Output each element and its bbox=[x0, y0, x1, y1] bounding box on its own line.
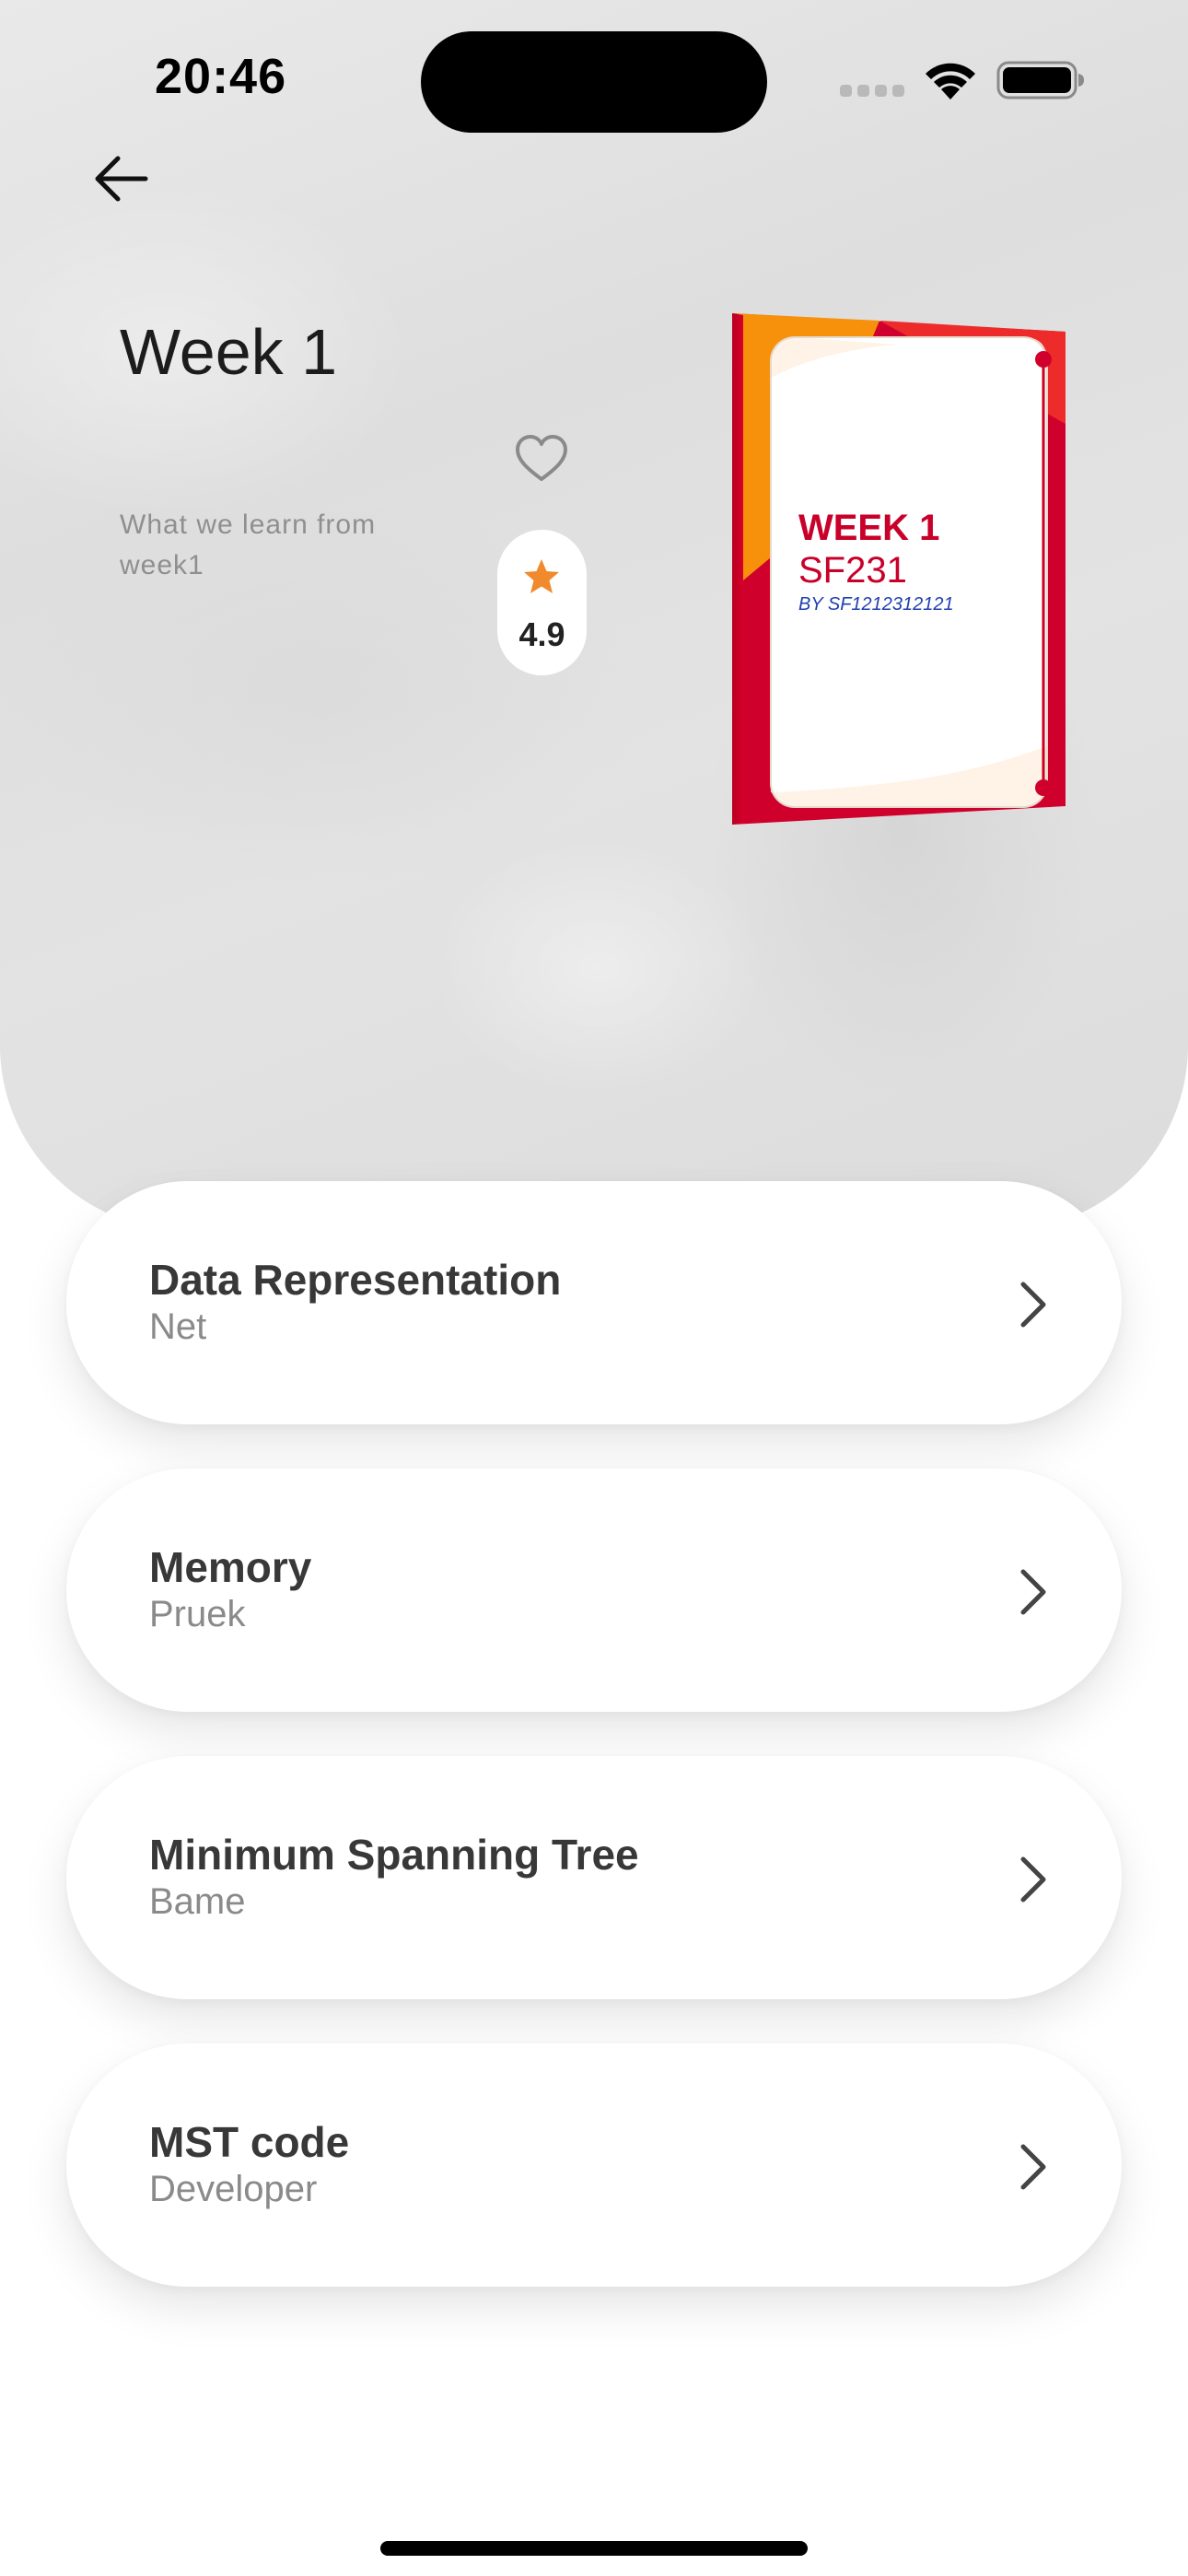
page-title: Week 1 bbox=[120, 316, 338, 388]
home-indicator[interactable] bbox=[380, 2541, 808, 2556]
cover-heading: WEEK 1 bbox=[798, 508, 939, 548]
lesson-card[interactable]: MST code Developer bbox=[66, 2043, 1122, 2287]
lesson-title: MST code bbox=[149, 2118, 350, 2166]
chevron-right-icon bbox=[1020, 1856, 1046, 1903]
lesson-author: Bame bbox=[149, 1881, 246, 1922]
cover-author: BY SF1212312121 bbox=[798, 594, 954, 615]
lesson-title: Data Representation bbox=[149, 1256, 562, 1304]
battery-icon bbox=[996, 61, 1084, 100]
rating-value: 4.9 bbox=[518, 615, 565, 653]
chevron-right-icon bbox=[1020, 1282, 1046, 1328]
lesson-author: Net bbox=[149, 1306, 207, 1347]
book-cover-image: WEEK 1 SF231 BY SF1212312121 bbox=[732, 313, 1066, 825]
star-icon bbox=[524, 559, 559, 593]
lesson-card[interactable]: Minimum Spanning Tree Bame bbox=[66, 1756, 1122, 1999]
cover-course: SF231 bbox=[798, 550, 907, 591]
lesson-title: Memory bbox=[149, 1543, 312, 1591]
chevron-right-icon bbox=[1020, 1569, 1046, 1615]
dynamic-island bbox=[421, 31, 767, 133]
lesson-author: Developer bbox=[149, 2169, 318, 2209]
page-description: What we learn from week1 bbox=[120, 509, 377, 580]
back-arrow-icon[interactable] bbox=[90, 147, 153, 210]
lesson-author: Pruek bbox=[149, 1594, 246, 1634]
wifi-icon bbox=[926, 63, 975, 100]
cellular-signal-icon bbox=[840, 85, 904, 98]
status-time: 20:46 bbox=[155, 49, 287, 104]
lesson-card[interactable]: Memory Pruek bbox=[66, 1469, 1122, 1712]
heart-outline-icon[interactable] bbox=[514, 433, 569, 485]
lesson-card[interactable]: Data Representation Net bbox=[66, 1181, 1122, 1424]
chevron-right-icon bbox=[1020, 2144, 1046, 2190]
lesson-title: Minimum Spanning Tree bbox=[149, 1831, 639, 1879]
rating-badge: 4.9 bbox=[497, 530, 587, 675]
